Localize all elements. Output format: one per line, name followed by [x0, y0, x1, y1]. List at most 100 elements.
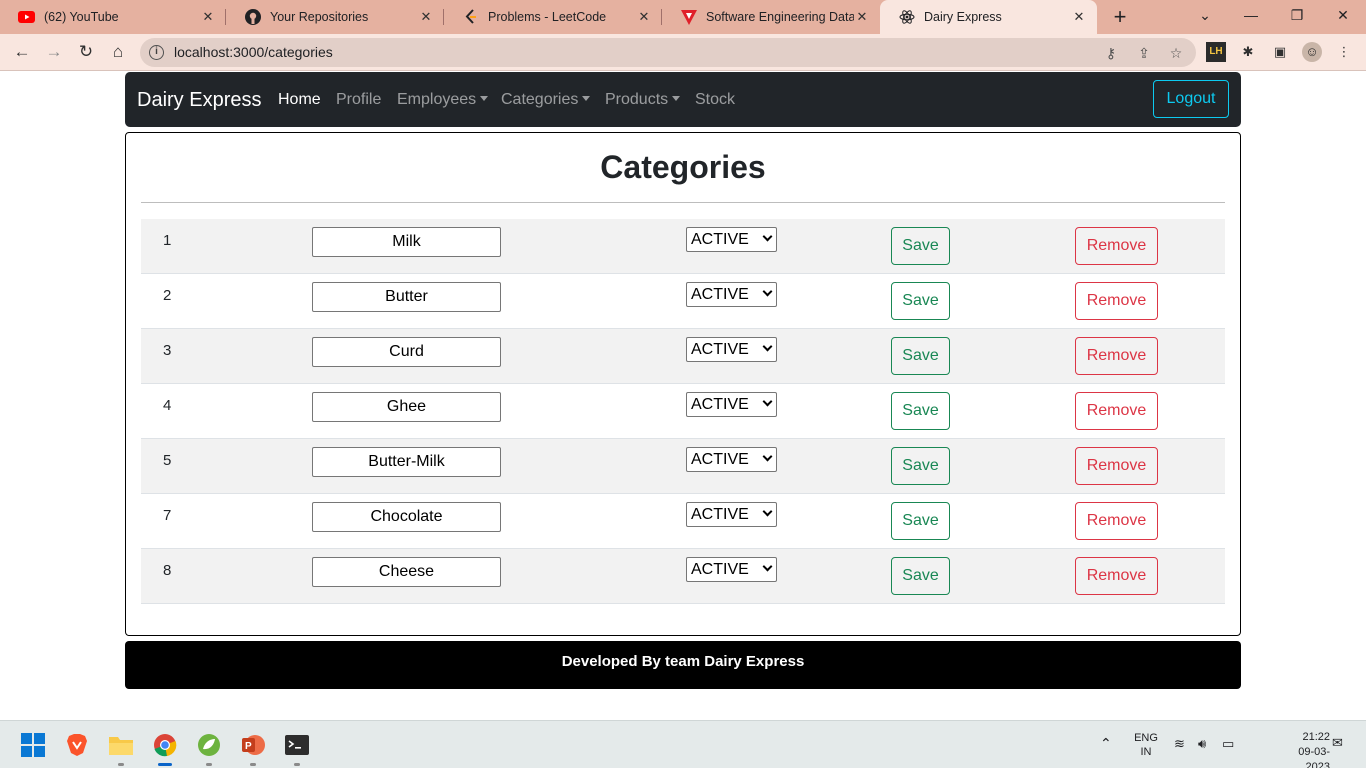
remove-button[interactable]: Remove: [1075, 282, 1158, 320]
forward-icon[interactable]: →: [42, 40, 66, 64]
remove-button[interactable]: Remove: [1075, 337, 1158, 375]
nav-profile[interactable]: Profile: [336, 72, 381, 127]
browser-tab-dairy-express[interactable]: Dairy Express ✕: [880, 0, 1097, 34]
close-icon[interactable]: ✕: [1071, 9, 1087, 25]
category-name-input[interactable]: [312, 502, 501, 532]
terminal-icon[interactable]: [284, 732, 310, 766]
nav-home[interactable]: Home: [278, 72, 321, 127]
category-name-input[interactable]: [312, 337, 501, 367]
browser-tab-github[interactable]: Your Repositories ✕: [226, 0, 444, 34]
nav-products-dropdown[interactable]: Products: [605, 72, 681, 127]
close-icon[interactable]: ✕: [636, 9, 652, 25]
save-button[interactable]: Save: [891, 282, 950, 320]
nav-stock[interactable]: Stock: [695, 72, 735, 127]
chrome-icon[interactable]: [152, 732, 178, 766]
clock[interactable]: 21:22 09-03-2023: [1280, 730, 1330, 768]
remove-button[interactable]: Remove: [1075, 447, 1158, 485]
status-select[interactable]: ACTIVE: [686, 282, 777, 307]
save-button[interactable]: Save: [891, 557, 950, 595]
youtube-icon: [18, 9, 35, 26]
bookmark-star-icon[interactable]: ☆: [1167, 44, 1185, 62]
remove-button[interactable]: Remove: [1075, 502, 1158, 540]
key-icon[interactable]: ⚷: [1102, 44, 1120, 62]
save-button[interactable]: Save: [891, 227, 950, 265]
category-name-input[interactable]: [312, 227, 501, 257]
react-icon: [898, 9, 915, 26]
region-code: IN: [1140, 746, 1152, 758]
save-button[interactable]: Save: [891, 392, 950, 430]
category-name-input[interactable]: [312, 282, 501, 312]
browser-tab-leetcode[interactable]: Problems - LeetCode ✕: [444, 0, 662, 34]
chevron-down-icon: [762, 506, 773, 517]
side-panel-icon[interactable]: ▣: [1270, 42, 1290, 62]
caret-down-icon: [582, 96, 591, 102]
nav-employees-dropdown[interactable]: Employees: [397, 72, 489, 127]
language-indicator[interactable]: ENG IN: [1130, 731, 1162, 759]
battery-icon[interactable]: ▭: [1222, 736, 1234, 752]
show-hidden-icons-chevron[interactable]: ⌃: [1100, 735, 1112, 752]
table-row: 3 ACTIVE Save Remove: [141, 329, 1225, 384]
extensions-puzzle-icon[interactable]: ✱: [1238, 42, 1258, 62]
save-button[interactable]: Save: [891, 447, 950, 485]
save-button[interactable]: Save: [891, 502, 950, 540]
address-bar[interactable]: i localhost:3000/categories ⚷ ⇪ ☆: [140, 38, 1196, 67]
status-select[interactable]: ACTIVE: [686, 392, 777, 417]
share-icon[interactable]: ⇪: [1135, 44, 1153, 62]
category-name-input[interactable]: [312, 392, 501, 422]
notification-icon[interactable]: ✉: [1332, 735, 1343, 751]
browser-tab-youtube[interactable]: (62) YouTube ✕: [0, 0, 226, 34]
status-select[interactable]: ACTIVE: [686, 337, 777, 362]
remove-button[interactable]: Remove: [1075, 227, 1158, 265]
close-icon[interactable]: ✕: [200, 9, 216, 25]
nav-categories-dropdown[interactable]: Categories: [501, 72, 591, 127]
volume-icon[interactable]: 🔊︎: [1198, 736, 1206, 752]
category-id: 7: [163, 507, 172, 524]
close-icon[interactable]: ✕: [854, 9, 870, 25]
minimize-button[interactable]: —: [1228, 0, 1274, 32]
chevron-down-icon: [762, 451, 773, 462]
brand-logo[interactable]: Dairy Express: [137, 72, 261, 128]
save-button[interactable]: Save: [891, 337, 950, 375]
category-id: 8: [163, 562, 172, 579]
wifi-icon[interactable]: ≋: [1174, 736, 1185, 752]
table-row: 2 ACTIVE Save Remove: [141, 274, 1225, 329]
chevron-down-icon: [762, 231, 773, 242]
tab-title: Problems - LeetCode: [488, 10, 607, 24]
profile-avatar[interactable]: ☺: [1302, 42, 1322, 62]
status-value: ACTIVE: [691, 341, 749, 358]
browser-tab-strip: (62) YouTube ✕ Your Repositories ✕ Probl…: [0, 0, 1366, 34]
remove-button[interactable]: Remove: [1075, 557, 1158, 595]
site-info-icon[interactable]: i: [149, 45, 164, 60]
powerpoint-icon[interactable]: P: [240, 732, 266, 766]
status-select[interactable]: ACTIVE: [686, 557, 777, 582]
browser-tab-software-engineering[interactable]: Software Engineering Data Fl ✕: [662, 0, 880, 34]
close-window-button[interactable]: ✕: [1320, 0, 1366, 32]
spring-tool-icon[interactable]: [196, 732, 222, 766]
status-select[interactable]: ACTIVE: [686, 227, 777, 252]
table-row: 7 ACTIVE Save Remove: [141, 494, 1225, 549]
remove-button[interactable]: Remove: [1075, 392, 1158, 430]
category-id: 4: [163, 397, 172, 414]
leetcode-icon: [462, 9, 479, 26]
file-explorer-icon[interactable]: [108, 732, 134, 766]
new-tab-button[interactable]: +: [1108, 4, 1132, 30]
windows-start-icon[interactable]: [20, 732, 46, 758]
category-name-input[interactable]: [312, 447, 501, 477]
app-navbar: Dairy Express Home Profile Employees Cat…: [125, 72, 1241, 127]
category-name-input[interactable]: [312, 557, 501, 587]
url-text[interactable]: localhost:3000/categories: [174, 38, 333, 67]
brave-browser-icon[interactable]: [64, 732, 90, 758]
logout-button[interactable]: Logout: [1153, 80, 1229, 118]
close-icon[interactable]: ✕: [418, 9, 434, 25]
running-indicator: [118, 763, 124, 766]
browser-menu-icon[interactable]: ⋮: [1334, 42, 1354, 62]
lighthouse-extension-icon[interactable]: LH: [1206, 42, 1226, 62]
restore-button[interactable]: ❐: [1274, 0, 1320, 32]
tab-search-icon[interactable]: ⌄: [1182, 0, 1228, 32]
reload-icon[interactable]: ↻: [74, 40, 98, 64]
home-icon[interactable]: ⌂: [106, 40, 130, 64]
status-select[interactable]: ACTIVE: [686, 447, 777, 472]
back-icon[interactable]: ←: [10, 40, 34, 64]
category-id: 1: [163, 232, 172, 249]
status-select[interactable]: ACTIVE: [686, 502, 777, 527]
